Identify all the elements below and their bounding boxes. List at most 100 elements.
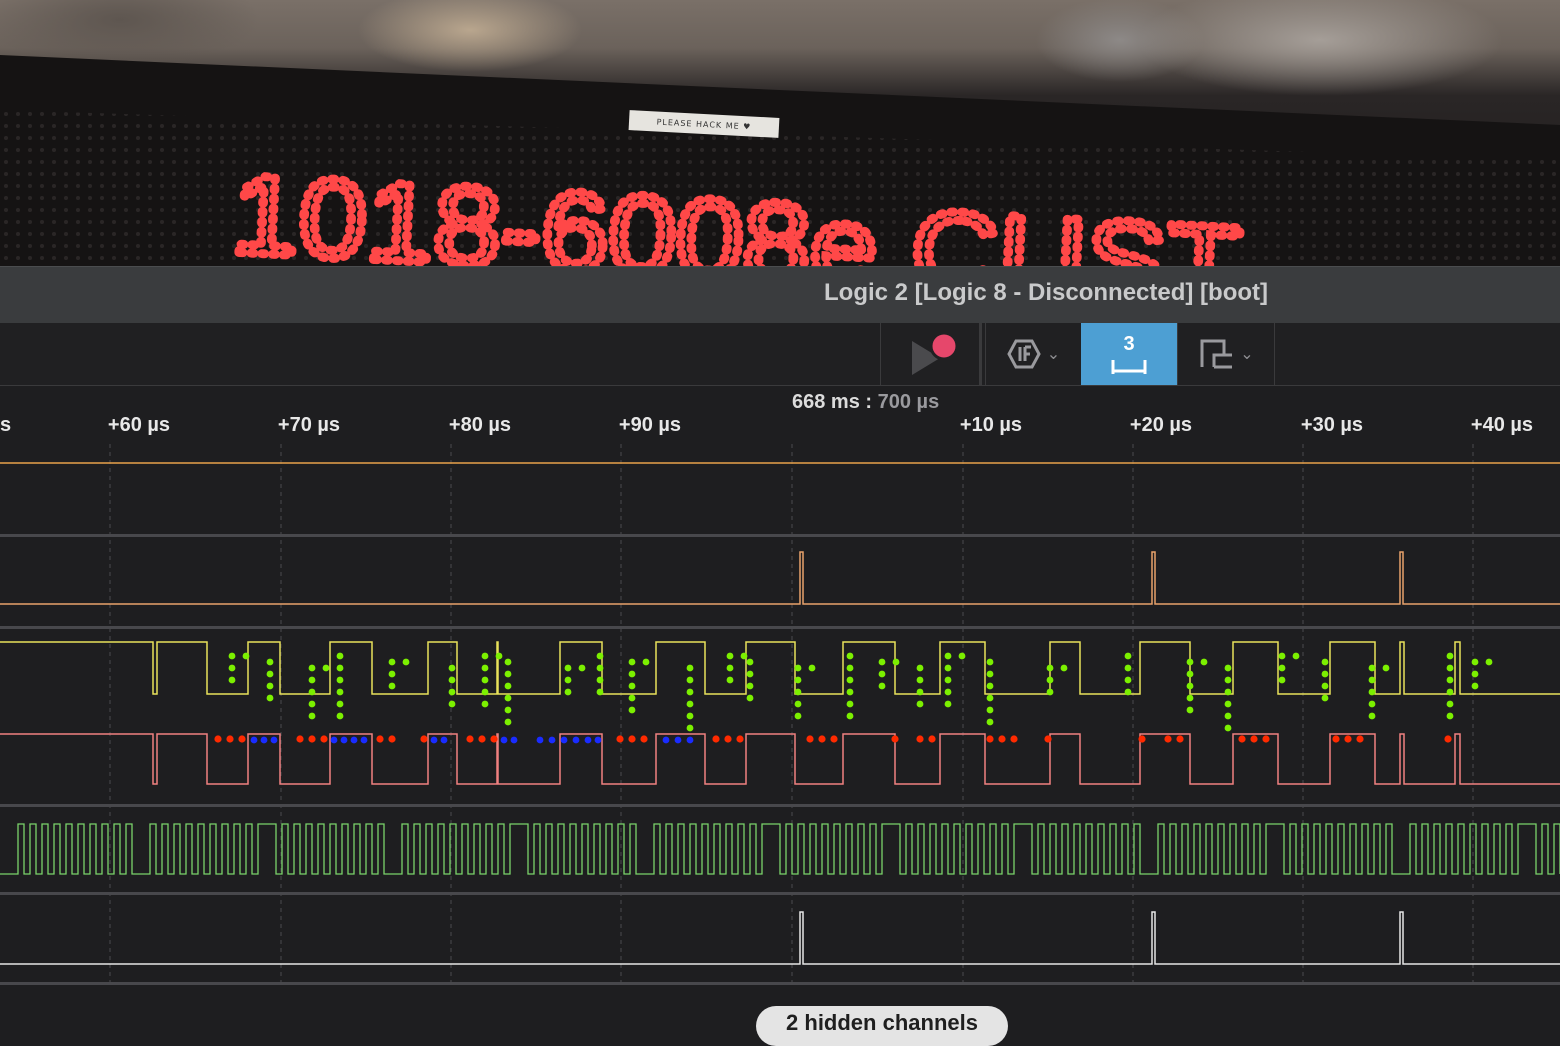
overlay-dot [1321,658,1329,666]
overlay-dot [228,676,236,684]
overlay-dot [1444,735,1452,743]
overlay-dot [986,658,994,666]
overlay-dot [642,658,650,666]
overlay-dot [504,670,512,678]
overlay-dot [1262,735,1270,743]
play-record-icon [912,331,959,375]
tick-label: +80 µs [448,414,512,436]
overlay-dot [1224,712,1232,720]
channel-separator [0,534,1560,537]
channel-1-trace [0,551,1560,605]
tick-label: +70 µs [277,414,341,436]
overlay-dot [794,664,802,672]
overlay-dot [686,736,694,744]
overlay-dot [944,664,952,672]
overlay-dot [1471,670,1479,678]
overlay-dot [320,735,328,743]
overlay-dot [495,652,503,660]
overlay-dot [1164,735,1172,743]
overlay-dot [746,682,754,690]
overlay-dot [1368,712,1376,720]
tick-label: +20 µs [1129,414,1193,436]
overlay-dot [846,652,854,660]
record-button[interactable] [880,323,982,385]
overlay-dot [270,736,278,744]
overlay-dot [336,688,344,696]
dot-overlay [214,652,1493,744]
overlay-dot [986,718,994,726]
time-ruler[interactable]: 668 ms : 700 µs s +60 µs +70 µs +80 µs +… [0,386,1560,444]
overlay-dot [944,652,952,660]
overlay-dot [1046,664,1054,672]
overlay-dot [564,676,572,684]
overlay-dot [916,735,924,743]
overlay-dot [916,688,924,696]
overlay-dot [584,736,592,744]
overlay-dot [726,664,734,672]
overlay-dot [846,664,854,672]
overlay-dot [350,736,358,744]
overlay-dot [1321,694,1329,702]
overlay-dot [308,664,316,672]
overlay-dot [266,658,274,666]
overlay-dot [892,658,900,666]
overlay-dot [1186,706,1194,714]
waveform-area[interactable] [0,444,1560,1026]
overlay-dot [340,736,348,744]
overlay-dot [986,670,994,678]
tick-label: +40 µs [1470,414,1534,436]
overlay-dot [846,712,854,720]
overlay-dot [1138,735,1146,743]
hidden-channels-button[interactable]: 2 hidden channels [756,1006,1008,1046]
cursor-time-offset: 700 µs [877,391,940,413]
overlay-dot [504,706,512,714]
overlay-dot [388,658,396,666]
overlay-dot [481,652,489,660]
overlay-dot [266,694,274,702]
cursor-time-separator: : [859,391,878,413]
overlay-dot [440,736,448,744]
overlay-dot [481,664,489,672]
overlay-dot [481,688,489,696]
overlay-dot [808,664,816,672]
overlay-dot [830,735,838,743]
overlay-dot [794,712,802,720]
analyzer-button[interactable]: ⌄ [985,323,1081,385]
overlay-dot [944,700,952,708]
channel-separator [0,982,1560,985]
overlay-dot [686,676,694,684]
channel-traces [0,462,1560,965]
overlay-dot [1471,682,1479,690]
overlay-dot [1124,652,1132,660]
timing-markers-button[interactable]: 3 [1081,323,1177,385]
overlay-dot [1382,664,1390,672]
overlay-dot [1278,652,1286,660]
notes-icon [1200,339,1233,369]
led-sign: 1018-6008e CUST [0,55,1560,266]
overlay-dot [1224,724,1232,732]
overlay-dot [1010,735,1018,743]
overlay-dot [308,688,316,696]
overlay-dot [1321,670,1329,678]
overlay-dot [1356,735,1364,743]
overlay-dot [536,736,544,744]
overlay-dot [360,736,368,744]
overlay-dot [878,658,886,666]
overlay-dot [1186,670,1194,678]
window-titlebar: Logic 2 [Logic 8 - Disconnected] [boot] [0,266,1560,324]
overlay-dot [388,682,396,690]
overlay-dot [944,676,952,684]
overlay-dot [448,664,456,672]
notes-button[interactable]: ⌄ [1177,323,1275,385]
overlay-dot [1250,735,1258,743]
overlay-dot [1186,658,1194,666]
overlay-dot [1368,664,1376,672]
overlay-dot [726,676,734,684]
channel-separator [0,804,1560,807]
overlay-dot [806,735,814,743]
overlay-dot [504,682,512,690]
channel-3-trace [0,733,1560,785]
overlay-dot [504,658,512,666]
analyzer-icon [1007,339,1041,369]
overlay-dot [336,652,344,660]
